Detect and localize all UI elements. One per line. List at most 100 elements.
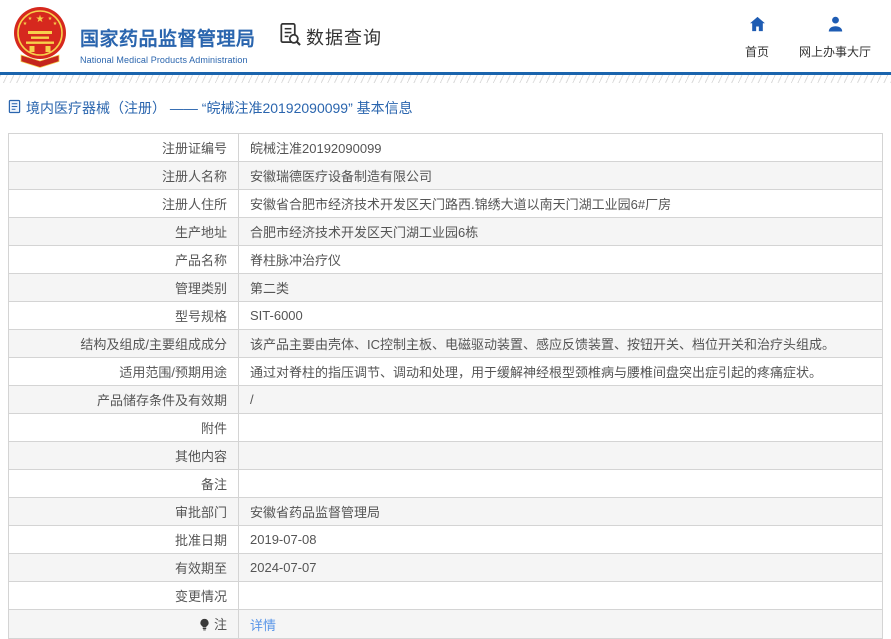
row-label-text: 批准日期 <box>174 533 227 548</box>
nav-item-home[interactable]: 首页 <box>741 16 773 60</box>
national-emblem-icon: ★ ★ ★ ★ ★ <box>12 6 68 73</box>
row-value-text: 2024-07-07 <box>250 560 317 575</box>
row-value-text: 安徽省合肥市经济技术开发区天门路西.锦绣大道以南天门湖工业园6#厂房 <box>250 197 672 212</box>
header: ★ ★ ★ ★ ★ 国家药品监督管理局 National Medical Pro… <box>0 0 891 72</box>
row-value: SIT-6000 <box>238 301 883 330</box>
row-value: 通过对脊柱的指压调节、调动和处理，用于缓解神经根型颈椎病与腰椎间盘突出症引起的疼… <box>238 357 883 386</box>
row-value-text: 通过对脊柱的指压调节、调动和处理，用于缓解神经根型颈椎病与腰椎间盘突出症引起的疼… <box>250 365 823 380</box>
row-label: 适用范围/预期用途 <box>8 357 239 386</box>
row-label-text: 审批部门 <box>174 505 227 520</box>
table-row: 有效期至 2024-07-07 <box>8 553 883 582</box>
svg-text:★: ★ <box>28 16 33 22</box>
row-value <box>238 469 883 498</box>
row-value: 合肥市经济技术开发区天门湖工业园6栋 <box>238 217 883 246</box>
row-label-text: 注册证编号 <box>161 141 227 156</box>
table-row: 备注 <box>8 469 883 498</box>
row-value <box>238 413 883 442</box>
table-row: 其他内容 <box>8 441 883 470</box>
row-label: 备注 <box>8 469 239 498</box>
nav-home-label: 首页 <box>744 45 769 59</box>
row-label: 其他内容 <box>8 441 239 470</box>
row-label-text: 结构及组成/主要组成成分 <box>80 337 227 352</box>
row-value-text: 安徽省药品监督管理局 <box>250 505 381 520</box>
row-value: 第二类 <box>238 273 883 302</box>
page-icon <box>8 99 26 117</box>
row-value: 2024-07-07 <box>238 553 883 582</box>
row-label: 产品名称 <box>8 245 239 274</box>
row-label-text: 其他内容 <box>174 449 227 464</box>
row-label: 结构及组成/主要组成成分 <box>8 329 239 358</box>
document-search-icon <box>277 21 302 52</box>
row-label: 管理类别 <box>8 273 239 302</box>
row-label-text: 产品储存条件及有效期 <box>96 393 227 408</box>
row-value-text: 2019-07-08 <box>250 532 317 547</box>
row-value-text: SIT-6000 <box>250 308 303 323</box>
brand-text: 国家药品监督管理局 National Medical Products Admi… <box>80 14 256 65</box>
row-label-text: 适用范围/预期用途 <box>119 365 227 380</box>
row-label: 批准日期 <box>8 525 239 554</box>
row-value: 详情 <box>238 609 883 639</box>
table-row: 注 详情 <box>8 609 883 639</box>
hatch-strip <box>0 75 891 83</box>
svg-text:★: ★ <box>53 21 58 27</box>
svg-text:★: ★ <box>36 14 45 25</box>
row-label-text: 变更情况 <box>174 589 227 604</box>
row-value: / <box>238 385 883 414</box>
row-value-text: 安徽瑞德医疗设备制造有限公司 <box>250 169 433 184</box>
row-value: 脊柱脉冲治疗仪 <box>238 245 883 274</box>
row-label-text: 附件 <box>200 421 227 436</box>
table-row: 产品名称 脊柱脉冲治疗仪 <box>8 245 883 274</box>
row-value-text: 该产品主要由壳体、IC控制主板、电磁驱动装置、感应反馈装置、按钮开关、档位开关和… <box>250 337 836 352</box>
table-row: 变更情况 <box>8 581 883 610</box>
detail-link[interactable]: 详情 <box>250 618 276 633</box>
row-label-text: 生产地址 <box>174 225 227 240</box>
row-label-text: 型号规格 <box>174 309 227 324</box>
nav-service-hall-label: 网上办事大厅 <box>798 45 871 59</box>
brand-logo[interactable]: ★ ★ ★ ★ ★ 国家药品监督管理局 National Medical Pro… <box>12 6 256 73</box>
row-value <box>238 441 883 470</box>
table-row: 管理类别 第二类 <box>8 273 883 302</box>
site-title: 国家药品监督管理局 <box>80 29 256 50</box>
bulb-icon <box>199 618 210 634</box>
row-label: 附件 <box>8 413 239 442</box>
row-value <box>238 581 883 610</box>
table-row: 审批部门 安徽省药品监督管理局 <box>8 497 883 526</box>
breadcrumb: 境内医疗器械（注册） —— “皖械注准20192090099” 基本信息 <box>8 98 883 118</box>
row-value-text: 皖械注准20192090099 <box>250 141 382 156</box>
row-label: 有效期至 <box>8 553 239 582</box>
row-label-text: 备注 <box>200 477 227 492</box>
info-table: 注册证编号 皖械注准20192090099 注册人名称 安徽瑞德医疗设备制造有限… <box>8 133 883 639</box>
table-row: 附件 <box>8 413 883 442</box>
table-row: 注册人名称 安徽瑞德医疗设备制造有限公司 <box>8 161 883 190</box>
table-row: 注册人住所 安徽省合肥市经济技术开发区天门路西.锦绣大道以南天门湖工业园6#厂房 <box>8 189 883 218</box>
table-row: 批准日期 2019-07-08 <box>8 525 883 554</box>
row-label-text: 注册人住所 <box>161 197 227 212</box>
table-row: 适用范围/预期用途 通过对脊柱的指压调节、调动和处理，用于缓解神经根型颈椎病与腰… <box>8 357 883 386</box>
row-value: 安徽瑞德医疗设备制造有限公司 <box>238 161 883 190</box>
svg-text:★: ★ <box>23 21 28 27</box>
row-value-text: 第二类 <box>250 281 290 296</box>
row-label: 型号规格 <box>8 301 239 330</box>
row-value: 皖械注准20192090099 <box>238 133 883 162</box>
row-value-text: / <box>250 392 254 407</box>
row-label: 产品储存条件及有效期 <box>8 385 239 414</box>
row-label-text: 管理类别 <box>174 281 227 296</box>
row-label: 变更情况 <box>8 581 239 610</box>
row-label: 生产地址 <box>8 217 239 246</box>
row-value: 2019-07-08 <box>238 525 883 554</box>
row-label-text: 注 <box>213 617 227 632</box>
nav-item-service-hall[interactable]: 网上办事大厅 <box>795 16 875 60</box>
table-row: 型号规格 SIT-6000 <box>8 301 883 330</box>
row-value-text: 合肥市经济技术开发区天门湖工业园6栋 <box>250 225 479 240</box>
table-row: 生产地址 合肥市经济技术开发区天门湖工业园6栋 <box>8 217 883 246</box>
site-subtitle: National Medical Products Administration <box>80 55 248 65</box>
row-label-text: 产品名称 <box>174 253 227 268</box>
table-row: 结构及组成/主要组成成分 该产品主要由壳体、IC控制主板、电磁驱动装置、感应反馈… <box>8 329 883 358</box>
row-value-text: 脊柱脉冲治疗仪 <box>250 253 342 268</box>
data-query-tab[interactable]: 数据查询 <box>277 21 382 52</box>
row-label: 注册证编号 <box>8 133 239 162</box>
row-label: 注 <box>8 609 239 639</box>
table-row: 产品储存条件及有效期 / <box>8 385 883 414</box>
row-label-text: 注册人名称 <box>161 169 227 184</box>
table-row: 注册证编号 皖械注准20192090099 <box>8 133 883 162</box>
